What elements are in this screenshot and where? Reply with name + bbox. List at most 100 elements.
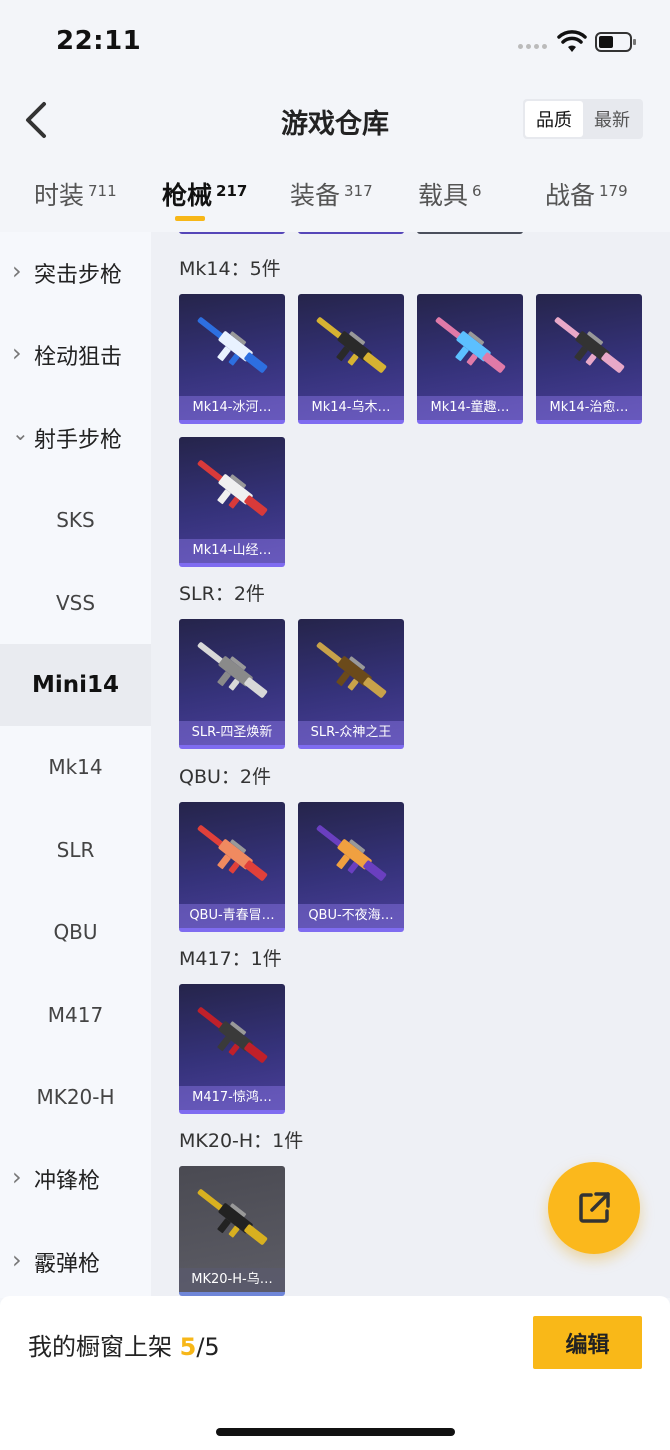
weapon-skin-image — [197, 460, 268, 516]
weapon-skin-card[interactable]: QBU-青春冒… — [179, 802, 285, 932]
wifi-icon — [557, 30, 587, 52]
sidebar-item-label: MK20-H — [36, 1085, 115, 1109]
share-icon — [579, 1192, 610, 1223]
nav-header: 游戏仓库 品质 最新 — [0, 88, 670, 152]
sidebar-item-label: Mini14 — [31, 672, 120, 698]
sidebar-item[interactable]: › 霰弹枪 — [0, 1221, 151, 1298]
weapon-skin-card[interactable]: Mk14-乌木… — [298, 294, 404, 424]
tab-label: 载具 — [418, 181, 469, 210]
sidebar-item-label: M417 — [47, 1002, 104, 1027]
weapon-group-title: M417：1件 — [179, 948, 282, 970]
weapon-skin-name: SLR-众神之王 — [298, 721, 404, 745]
weapon-skin-name: Mk14-山经… — [179, 539, 285, 563]
weapon-skin-image — [197, 1189, 268, 1245]
bottom-bar: 我的橱窗上架 5/5 编辑 — [0, 1296, 670, 1450]
status-time: 22:11 — [56, 26, 142, 56]
weapon-skin-name: QBU-不夜海… — [298, 904, 404, 928]
weapon-skin-card[interactable]: QBU-不夜海… — [298, 802, 404, 932]
edit-button[interactable]: 编辑 — [533, 1316, 642, 1369]
sidebar-item[interactable]: SLR — [0, 809, 151, 891]
weapon-skin-card[interactable]: M417-惊鸿… — [179, 984, 285, 1114]
sidebar-item-label: VSS — [55, 590, 96, 615]
weapon-skin-card[interactable]: Mk14-山经… — [179, 437, 285, 567]
category-tabs: 时装 711 枪械 217 装备 317 载具 6 战备 179 — [0, 168, 670, 228]
sort-option-quality[interactable]: 品质 — [525, 101, 583, 137]
sidebar-item-label: SKS — [56, 508, 95, 533]
sidebar-item[interactable]: ⌄ 射手步枪 — [0, 397, 151, 479]
showcase-label: 我的橱窗上架 — [28, 1333, 172, 1361]
weapon-skin-card[interactable]: Mk14-童趣… — [417, 294, 523, 424]
showcase-count: 5 — [179, 1333, 197, 1361]
status-bar: 22:11 — [0, 0, 670, 88]
weapon-skin-card[interactable]: SLR-众神之王 — [298, 619, 404, 749]
signal-icon — [518, 44, 547, 49]
sidebar-item-label: Mk14 — [48, 755, 103, 780]
tab-supplies[interactable]: 战备 179 — [545, 176, 628, 212]
sidebar-item-label: 霰弹枪 — [34, 1251, 101, 1277]
chevron-right-icon: › — [12, 257, 22, 285]
tab-equipment[interactable]: 装备 317 — [290, 176, 373, 212]
weapon-skin-image — [197, 642, 268, 698]
tab-vehicles[interactable]: 载具 6 — [418, 176, 482, 212]
tab-label: 装备 — [290, 181, 341, 210]
sidebar-item-label: QBU — [53, 920, 98, 945]
weapon-skin-name: Mk14-乌木… — [298, 396, 404, 420]
tab-count: 6 — [472, 182, 482, 200]
sidebar-item-label: 冲锋枪 — [34, 1169, 101, 1195]
sidebar-item[interactable]: › 栓动狙击 — [0, 314, 151, 396]
weapon-grid: Mk14：5件 Mk14-冰河… Mk14-乌木… Mk14-童趣… Mk14-治愈… M… — [151, 232, 670, 1298]
weapon-group-title: MK20-H：1件 — [179, 1130, 304, 1152]
weapon-group-title: QBU：2件 — [179, 766, 271, 788]
weapon-skin-name: Mk14-冰河… — [179, 396, 285, 420]
showcase-status: 我的橱窗上架 5/5 — [28, 1327, 220, 1362]
battery-icon — [595, 32, 636, 52]
sidebar-item[interactable]: Mk14 — [0, 726, 151, 808]
weapon-skin-image — [197, 317, 268, 373]
share-button[interactable] — [548, 1162, 640, 1254]
tab-label: 时装 — [34, 181, 85, 210]
weapon-skin-name: QBU-青春冒… — [179, 904, 285, 928]
weapon-skin-name: M417-惊鸿… — [179, 1086, 285, 1110]
sidebar-item[interactable]: Mini14 — [0, 644, 151, 726]
weapon-group-title: SLR：2件 — [179, 583, 265, 605]
weapon-skin-image — [316, 317, 387, 373]
showcase-total: /5 — [196, 1333, 220, 1361]
sort-option-newest[interactable]: 最新 — [583, 101, 641, 137]
home-indicator — [216, 1428, 455, 1436]
weapon-skin-image — [316, 642, 387, 698]
weapon-skin-name: Mk14-治愈… — [536, 396, 642, 420]
weapon-group-title: Mk14：5件 — [179, 258, 281, 280]
tab-firearms[interactable]: 枪械 217 — [162, 176, 247, 212]
tab-count: 317 — [344, 182, 373, 200]
weapon-skin-image — [435, 317, 506, 373]
sidebar-item-label: 栓动狙击 — [34, 345, 123, 371]
sort-toggle: 品质 最新 — [523, 99, 643, 139]
sidebar-item[interactable]: VSS — [0, 562, 151, 644]
sidebar-item[interactable]: SKS — [0, 479, 151, 561]
chevron-right-icon: › — [12, 1245, 22, 1274]
weapon-skin-card[interactable]: SLR-四圣焕新 — [179, 619, 285, 749]
chevron-right-icon: › — [12, 1163, 22, 1192]
weapon-skin-card[interactable]: MK20-H-乌… — [179, 1166, 285, 1296]
tab-count: 179 — [599, 182, 628, 200]
tab-label: 枪械 — [162, 181, 213, 210]
weapon-skin-image — [554, 317, 625, 373]
sidebar-item[interactable]: QBU — [0, 891, 151, 973]
sidebar-item[interactable]: M417 — [0, 974, 151, 1056]
weapon-skin-name: SLR-四圣焕新 — [179, 721, 285, 745]
card-partial — [179, 232, 285, 234]
sidebar-item[interactable]: MK20-H — [0, 1056, 151, 1138]
sidebar-item-label: 射手步枪 — [34, 427, 123, 453]
weapon-skin-card[interactable]: Mk14-治愈… — [536, 294, 642, 424]
weapon-skin-card[interactable]: Mk14-冰河… — [179, 294, 285, 424]
sidebar-item[interactable]: › 冲锋枪 — [0, 1138, 151, 1220]
tab-fashion[interactable]: 时装 711 — [34, 176, 117, 212]
card-partial — [417, 232, 523, 234]
weapon-category-sidebar: › 突击步枪 › 栓动狙击 ⌄ 射手步枪 SKS VSS Mini14 Mk14 SLR QBU M41… — [0, 232, 151, 1298]
tab-label: 战备 — [545, 181, 596, 210]
tab-count: 217 — [216, 182, 248, 200]
tab-count: 711 — [88, 182, 117, 200]
sidebar-item[interactable]: › 突击步枪 — [0, 232, 151, 314]
weapon-skin-image — [197, 1007, 268, 1063]
card-partial — [298, 232, 404, 234]
